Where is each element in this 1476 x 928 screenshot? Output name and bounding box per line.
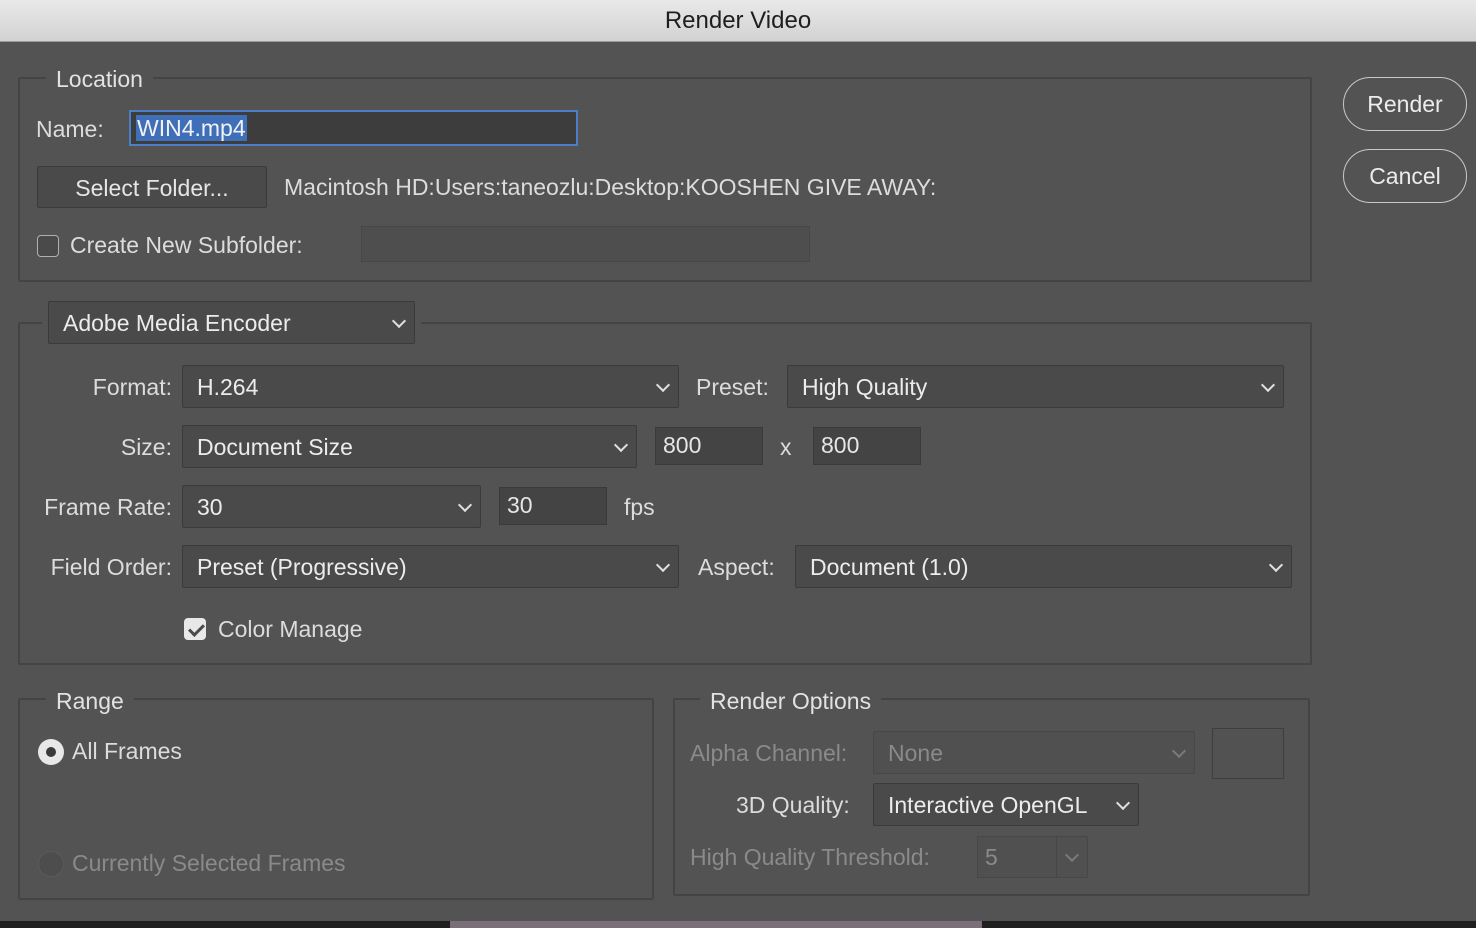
name-label: Name: (36, 116, 104, 142)
select-folder-button[interactable]: Select Folder... (37, 166, 267, 208)
fps-unit-label: fps (624, 494, 655, 520)
chevron-down-icon (1268, 557, 1284, 572)
chevron-down-icon (1171, 743, 1187, 758)
alpha-channel-dropdown: None (873, 731, 1195, 774)
window-title: Render Video (0, 0, 1476, 42)
preset-dropdown[interactable]: High Quality (787, 365, 1284, 408)
color-manage-label[interactable]: Color Manage (218, 614, 362, 644)
3d-quality-dropdown[interactable]: Interactive OpenGL (873, 783, 1139, 826)
aspect-value: Document (1.0) (810, 554, 969, 580)
chevron-down-icon (1064, 847, 1080, 863)
filename-input[interactable]: WIN4.mp4 (129, 110, 578, 146)
size-times-label: x (780, 434, 792, 460)
3d-quality-value: Interactive OpenGL (888, 792, 1088, 818)
subfolder-input[interactable] (361, 226, 810, 262)
format-dropdown[interactable]: H.264 (182, 365, 679, 408)
chevron-down-icon (1260, 377, 1276, 392)
selected-frames-radio (38, 851, 64, 877)
size-dropdown[interactable]: Document Size (182, 425, 637, 468)
cancel-button[interactable]: Cancel (1343, 149, 1467, 203)
format-label: Format: (92, 374, 172, 400)
all-frames-label[interactable]: All Frames (72, 736, 182, 766)
chevron-down-icon (457, 497, 473, 512)
field-order-value: Preset (Progressive) (197, 554, 407, 580)
hq-threshold-stepper (1056, 836, 1088, 878)
render-options-legend: Render Options (700, 686, 882, 716)
alpha-channel-value: None (888, 740, 943, 766)
chevron-down-icon (655, 377, 671, 392)
all-frames-radio[interactable] (38, 739, 64, 765)
encoder-value: Adobe Media Encoder (63, 310, 291, 336)
chevron-down-icon (391, 313, 407, 328)
window-bottom-edge (0, 921, 1476, 928)
filename-value: WIN4.mp4 (136, 115, 247, 141)
selected-frames-label: Currently Selected Frames (72, 850, 346, 876)
3d-quality-label: 3D Quality: (736, 792, 850, 818)
encoder-dropdown[interactable]: Adobe Media Encoder (48, 301, 415, 344)
preset-value: High Quality (802, 374, 928, 400)
create-subfolder-checkbox[interactable] (37, 235, 59, 257)
format-value: H.264 (197, 374, 259, 400)
chevron-down-icon (655, 557, 671, 572)
hq-threshold-input: 5 (977, 836, 1057, 878)
hq-threshold-label: High Quality Threshold: (690, 844, 930, 870)
fps-input[interactable]: 30 (499, 487, 607, 525)
size-value: Document Size (197, 434, 353, 460)
aspect-dropdown[interactable]: Document (1.0) (795, 545, 1292, 588)
radio-dot-icon (46, 747, 56, 757)
aspect-label: Aspect: (698, 554, 775, 580)
location-legend: Location (46, 64, 153, 94)
render-button[interactable]: Render (1343, 77, 1467, 131)
frame-rate-dropdown[interactable]: 30 (182, 485, 481, 528)
create-subfolder-label[interactable]: Create New Subfolder: (70, 230, 303, 260)
scroll-thumb (450, 921, 982, 928)
checkmark-icon (188, 620, 205, 637)
folder-path: Macintosh HD:Users:taneozlu:Desktop:KOOS… (284, 174, 937, 200)
frame-rate-label: Frame Rate: (44, 494, 172, 520)
alpha-preview-swatch (1212, 728, 1284, 779)
chevron-down-icon (1115, 795, 1131, 810)
size-label: Size: (120, 434, 172, 460)
height-input[interactable]: 800 (813, 427, 921, 465)
field-order-dropdown[interactable]: Preset (Progressive) (182, 545, 679, 588)
color-manage-checkbox[interactable] (184, 618, 206, 640)
alpha-channel-label: Alpha Channel: (690, 740, 848, 766)
frame-rate-value: 30 (197, 494, 223, 520)
preset-label: Preset: (696, 374, 769, 400)
width-input[interactable]: 800 (655, 427, 763, 465)
range-legend: Range (46, 686, 134, 716)
field-order-label: Field Order: (50, 554, 172, 580)
chevron-down-icon (613, 437, 629, 452)
